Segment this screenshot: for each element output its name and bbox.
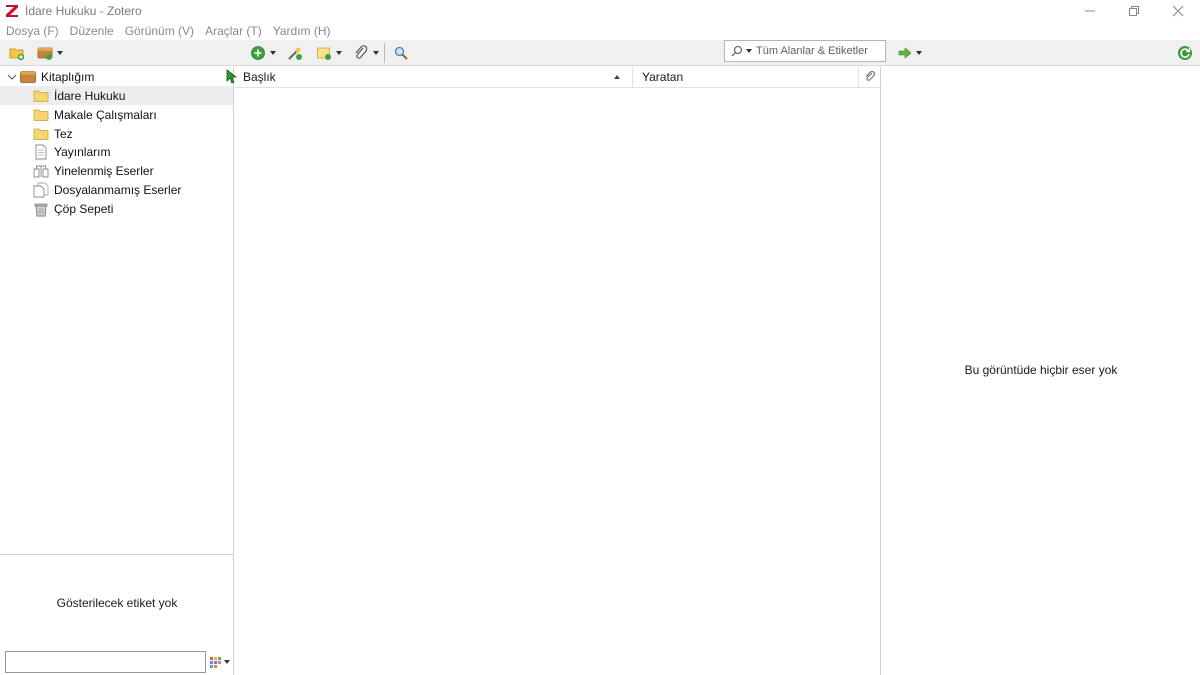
collection-duplicates[interactable]: Yinelenmiş Eserler	[0, 161, 233, 180]
title-bar: İdare Hukuku - Zotero	[0, 0, 1200, 22]
window-title: İdare Hukuku - Zotero	[25, 4, 142, 18]
trash-icon	[33, 201, 49, 217]
paperclip-icon	[865, 71, 875, 81]
sync-icon	[1178, 46, 1192, 60]
column-header-title[interactable]: Başlık	[235, 67, 633, 88]
menu-view[interactable]: Görünüm (V)	[125, 24, 194, 38]
restore-icon	[1129, 6, 1139, 16]
chevron-down-icon	[336, 51, 342, 55]
folder-icon	[33, 126, 49, 142]
collection-tez[interactable]: Tez	[0, 124, 233, 143]
magic-wand-icon	[288, 47, 302, 60]
chevron-down-icon	[916, 51, 922, 55]
search-box[interactable]	[724, 40, 886, 62]
items-pane: Başlık Yaratan	[235, 67, 881, 675]
tag-empty-message: Gösterilecek etiket yok	[56, 596, 178, 610]
tree-item-label: Tez	[54, 126, 73, 141]
window-controls	[1068, 0, 1200, 22]
folder-icon	[33, 88, 49, 104]
new-collection-button[interactable]	[9, 43, 25, 63]
tree-item-label: Kitaplığım	[41, 69, 95, 84]
tree-item-label: Makale Çalışmaları	[54, 107, 157, 122]
zotero-logo-icon	[6, 5, 18, 17]
add-circle-icon	[251, 46, 265, 60]
new-note-button[interactable]	[316, 43, 342, 63]
tag-filter-input[interactable]	[5, 651, 206, 673]
menu-edit[interactable]: Düzenle	[70, 24, 114, 38]
search-mode-chevron-down-icon[interactable]	[746, 49, 752, 53]
add-by-identifier-button[interactable]	[287, 43, 303, 63]
tag-colors-icon	[210, 657, 221, 668]
tree-item-label: Çöp Sepeti	[54, 201, 114, 216]
tree-item-label: Dosyalanmamış Eserler	[54, 182, 182, 197]
collection-my-publications[interactable]: Yayınlarım	[0, 142, 233, 161]
restore-button[interactable]	[1112, 0, 1156, 22]
collection-trash[interactable]: Çöp Sepeti	[0, 199, 233, 218]
note-icon	[317, 47, 331, 60]
column-header-creator[interactable]: Yaratan	[633, 67, 859, 88]
toolbar-separator	[384, 43, 385, 63]
minimize-icon	[1085, 10, 1095, 12]
item-pane: Bu görüntüde hiçbir eser yok	[882, 67, 1200, 675]
chevron-down-icon	[270, 51, 276, 55]
paperclip-icon	[355, 45, 368, 59]
collections-pane: Kitaplığım İdare Hukuku Makale Çalışmala…	[0, 67, 234, 675]
folder-icon	[33, 107, 49, 123]
tree-item-label: İdare Hukuku	[54, 88, 126, 103]
new-item-button[interactable]	[250, 43, 276, 63]
tree-item-label: Yinelenmiş Eserler	[54, 163, 154, 178]
library-icon	[20, 69, 36, 85]
search-input[interactable]	[756, 45, 880, 57]
new-library-button[interactable]	[37, 43, 63, 63]
column-header-label: Yaratan	[642, 70, 684, 84]
document-icon	[33, 144, 49, 160]
menu-file[interactable]: Dosya (F)	[6, 24, 59, 38]
tree-item-label: Yayınlarım	[54, 144, 111, 159]
close-icon	[1172, 5, 1184, 17]
tag-actions-button[interactable]	[210, 654, 230, 670]
duplicate-icon	[33, 163, 49, 179]
magnifier-icon	[394, 46, 408, 60]
library-icon	[37, 47, 53, 60]
main-toolbar	[0, 40, 1200, 66]
search-icon	[731, 45, 743, 57]
menu-help[interactable]: Yardım (H)	[273, 24, 331, 38]
advanced-search-button[interactable]	[393, 43, 409, 63]
column-header-label: Başlık	[243, 70, 276, 84]
collection-makale-calismalari[interactable]: Makale Çalışmaları	[0, 105, 233, 124]
tree-item-library[interactable]: Kitaplığım	[0, 67, 233, 86]
arrow-right-icon	[898, 47, 912, 59]
new-collection-icon	[9, 48, 25, 61]
menu-bar: Dosya (F) Düzenle Görünüm (V) Araçlar (T…	[0, 22, 1200, 40]
collection-unfiled[interactable]: Dosyalanmamış Eserler	[0, 180, 233, 199]
column-header-attachments[interactable]	[859, 67, 881, 88]
sync-button[interactable]	[1177, 43, 1193, 63]
minimize-button[interactable]	[1068, 0, 1112, 22]
chevron-down-icon	[224, 660, 230, 664]
tag-selector-splitter[interactable]	[0, 554, 234, 555]
menu-tools[interactable]: Araçlar (T)	[205, 24, 262, 38]
unfiled-icon	[33, 182, 49, 198]
collection-idare-hukuku[interactable]: İdare Hukuku	[0, 86, 233, 105]
mouse-cursor-icon	[226, 69, 237, 84]
chevron-down-icon[interactable]	[7, 72, 17, 82]
add-attachment-button[interactable]	[353, 43, 379, 63]
close-button[interactable]	[1156, 0, 1200, 22]
chevron-down-icon	[373, 51, 379, 55]
sort-ascending-icon	[614, 75, 620, 79]
chevron-down-icon	[57, 51, 63, 55]
locate-button[interactable]	[898, 43, 922, 63]
item-pane-empty-message: Bu görüntüde hiçbir eser yok	[964, 363, 1118, 377]
